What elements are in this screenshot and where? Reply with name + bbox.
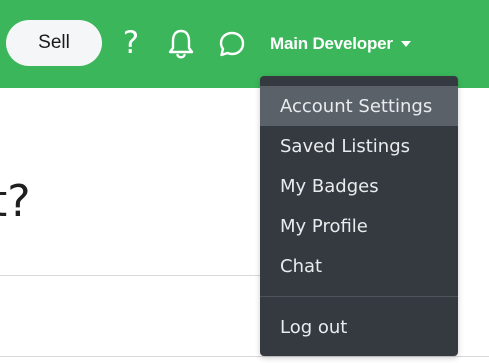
menu-item-my-profile[interactable]: My Profile	[260, 206, 458, 246]
user-name: Main Developer	[270, 34, 393, 53]
help-icon[interactable]: ?	[119, 24, 143, 62]
menu-item-my-badges[interactable]: My Badges	[260, 166, 458, 206]
section-divider	[0, 275, 260, 276]
chat-icon[interactable]	[217, 29, 247, 59]
section-divider	[0, 356, 489, 357]
user-menu-toggle[interactable]: Main Developer	[270, 30, 411, 58]
caret-down-icon	[400, 41, 411, 47]
menu-item-chat[interactable]: Chat	[260, 246, 458, 286]
user-dropdown-menu: Account Settings Saved Listings My Badge…	[260, 76, 458, 356]
menu-item-log-out[interactable]: Log out	[260, 307, 458, 347]
page-heading: t?	[0, 176, 31, 227]
menu-item-saved-listings[interactable]: Saved Listings	[260, 126, 458, 166]
menu-divider	[260, 296, 458, 297]
top-navbar: Sell ? Main Developer	[0, 0, 489, 88]
sell-button[interactable]: Sell	[6, 20, 102, 66]
bell-icon[interactable]	[166, 27, 196, 61]
menu-item-account-settings[interactable]: Account Settings	[260, 86, 458, 126]
